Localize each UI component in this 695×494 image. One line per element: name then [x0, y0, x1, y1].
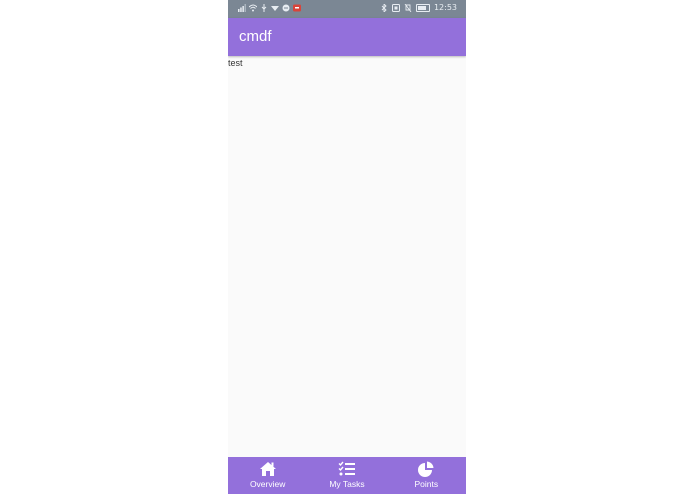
- usb-icon: [261, 4, 267, 12]
- app-badge-icon: [293, 4, 301, 12]
- nav-label-overview: Overview: [249, 479, 286, 489]
- nav-item-my-tasks[interactable]: My Tasks: [307, 457, 386, 494]
- home-icon: [259, 462, 276, 476]
- status-bar: 12:53: [228, 0, 466, 18]
- vpn-icon: [271, 6, 279, 11]
- content-text: test: [228, 58, 243, 68]
- nav-label-my-tasks: My Tasks: [329, 479, 365, 489]
- pie-chart-icon: [418, 461, 434, 477]
- notification-icon: [282, 4, 290, 12]
- bottom-navigation: Overview My Tasks Points: [228, 457, 466, 494]
- status-left-icons: [238, 4, 301, 12]
- wifi-icon: [249, 4, 257, 12]
- nav-item-overview[interactable]: Overview: [228, 457, 307, 494]
- signal-icon: [238, 4, 246, 12]
- status-time: 12:53: [433, 3, 457, 12]
- app-bar: cmdf: [228, 18, 466, 56]
- bluetooth-icon: [381, 3, 387, 12]
- nav-item-points[interactable]: Points: [387, 457, 466, 494]
- status-right-icons: 12:53: [380, 3, 457, 12]
- nav-label-points: Points: [414, 479, 439, 489]
- silent-icon: [404, 3, 412, 12]
- task-list-icon: [338, 461, 355, 476]
- main-content: test: [228, 56, 466, 457]
- page-title: cmdf: [239, 28, 272, 45]
- battery-icon: [415, 3, 430, 12]
- phone-screen: 12:53 cmdf test Overview My Tasks Points: [228, 0, 466, 494]
- nfc-icon: [391, 3, 400, 12]
